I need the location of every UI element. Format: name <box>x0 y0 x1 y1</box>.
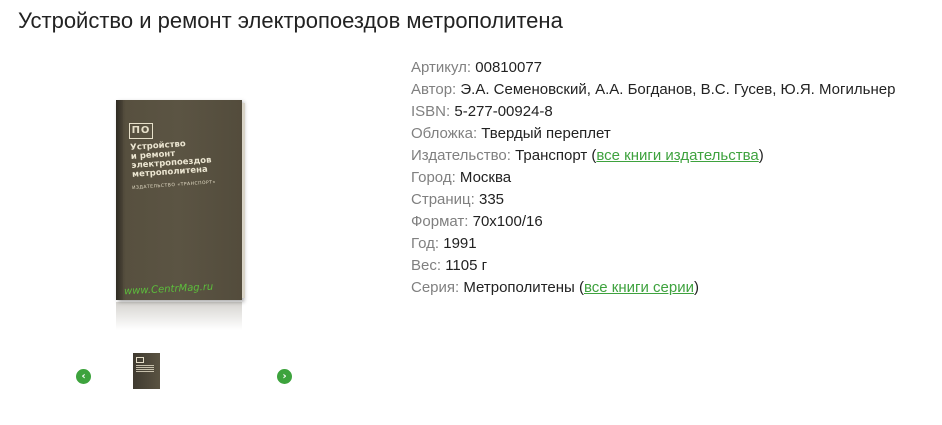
product-attributes: Артикул: 00810077 Автор: Э.А. Семеновски… <box>411 57 895 299</box>
attribute-value: Москва <box>459 169 512 186</box>
attribute-label: Автор: <box>411 81 457 98</box>
attribute-value: Твердый переплет <box>481 125 611 142</box>
chevron-left-icon[interactable]: ‹ <box>76 369 91 384</box>
series-books-link[interactable]: все книги серии <box>584 279 694 296</box>
publisher-logo: ПО <box>129 123 153 139</box>
attribute-value: 70x100/16 <box>472 213 543 230</box>
attribute-year: Год: 1991 <box>411 233 895 255</box>
attribute-format: Формат: 70x100/16 <box>411 211 895 233</box>
attribute-value: 1105 г <box>445 257 488 274</box>
book-pages-edge <box>242 103 245 298</box>
attribute-value: 00810077 <box>475 59 543 76</box>
attribute-label: Издательство: <box>411 147 511 164</box>
chevron-right-icon[interactable]: › <box>277 369 292 384</box>
attribute-label: Формат: <box>411 213 469 230</box>
attribute-value: 5-277-00924-8 <box>454 103 553 120</box>
book-cover: ПО Устройство и ремонт электропоездов ме… <box>116 100 245 300</box>
thumbnail-image[interactable] <box>133 353 160 389</box>
attribute-publisher: Издательство: Транспорт (все книги издат… <box>411 147 764 164</box>
cover-publisher: ИЗДАТЕЛЬСТВО «ТРАНСПОРТ» <box>132 180 216 191</box>
attribute-value: 335 <box>478 191 505 208</box>
book-spine <box>116 100 123 300</box>
attribute-city: Город: Москва <box>411 167 895 189</box>
attribute-label: Серия: <box>411 279 460 296</box>
attribute-cover: Обложка: Твердый переплет <box>411 123 895 145</box>
page-title: Устройство и ремонт электропоездов метро… <box>18 8 563 33</box>
watermark: www.CentrMag.ru <box>123 281 214 298</box>
attribute-pages: Страниц: 335 <box>411 189 895 211</box>
attribute-value: Э.А. Семеновский, А.А. Богданов, В.С. Гу… <box>460 81 896 98</box>
attribute-label: ISBN: <box>411 103 451 120</box>
attribute-value: Метрополитены <box>463 279 575 296</box>
attribute-label: Страниц: <box>411 191 475 208</box>
attribute-article: Артикул: 00810077 <box>411 57 895 79</box>
cover-reflection <box>116 302 242 330</box>
attribute-label: Артикул: <box>411 59 472 76</box>
book-cover-image[interactable]: ПО Устройство и ремонт электропоездов ме… <box>112 100 245 332</box>
cover-title: Устройство и ремонт электропоездов метро… <box>130 136 240 180</box>
thumbnail-title <box>136 365 154 373</box>
publisher-books-link[interactable]: все книги издательства <box>596 147 758 164</box>
attribute-series: Серия: Метрополитены (все книги серии) <box>411 279 699 296</box>
attribute-isbn: ISBN: 5-277-00924-8 <box>411 101 895 123</box>
attribute-author: Автор: Э.А. Семеновский, А.А. Богданов, … <box>411 79 895 101</box>
attribute-value: 1991 <box>443 235 477 252</box>
attribute-label: Город: <box>411 169 456 186</box>
thumbnail-logo <box>136 357 144 363</box>
attribute-value: Транспорт <box>515 147 588 164</box>
attribute-label: Обложка: <box>411 125 478 142</box>
attribute-label: Год: <box>411 235 440 252</box>
attribute-weight: Вес: 1105 г <box>411 255 895 277</box>
attribute-label: Вес: <box>411 257 442 274</box>
